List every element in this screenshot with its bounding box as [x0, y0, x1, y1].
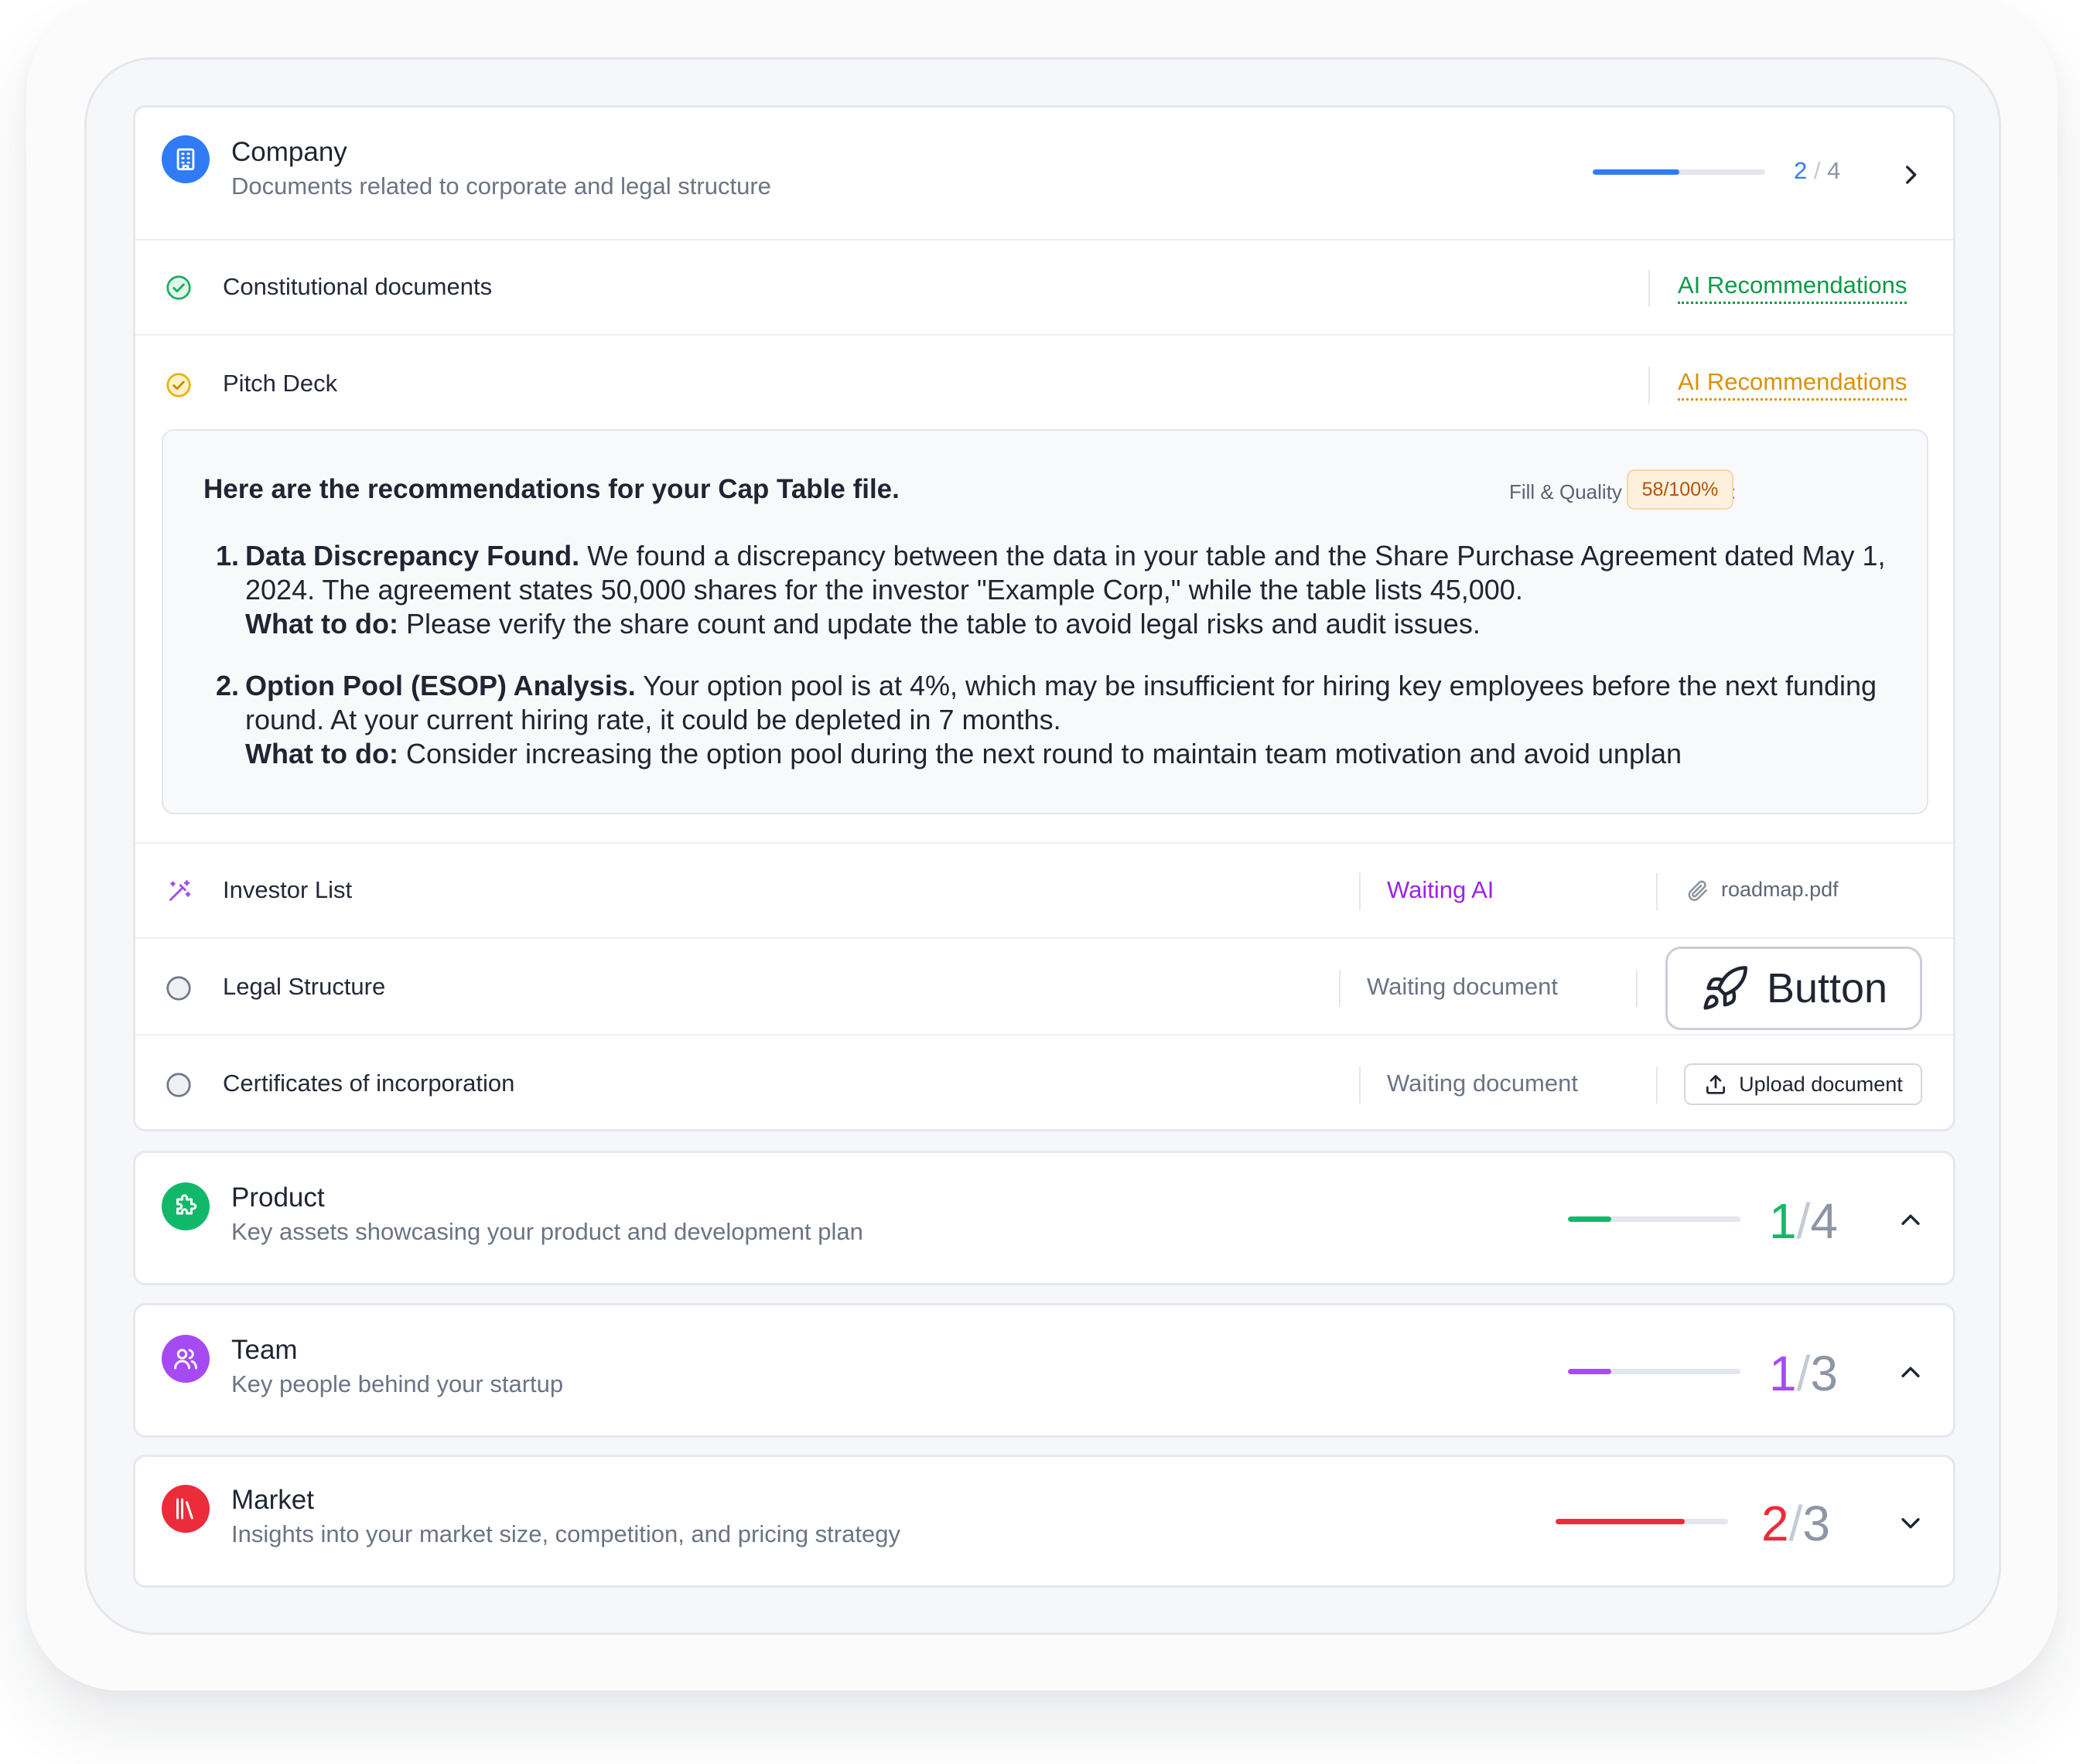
progress-done: 1 — [1769, 1346, 1797, 1401]
document-name: Constitutional documents — [223, 273, 493, 300]
divider — [1636, 970, 1638, 1007]
progress-count: 1/3 — [1769, 1346, 1838, 1401]
progress-total: 3 — [1810, 1346, 1838, 1401]
paperclip-icon — [1688, 880, 1707, 901]
progress-bar — [1556, 1519, 1728, 1524]
progress-total: 4 — [1810, 1193, 1838, 1249]
category-header-company[interactable]: Company Documents related to corporate a… — [135, 107, 1953, 239]
category-title: Market — [231, 1485, 314, 1515]
action-button-label: Button — [1766, 965, 1888, 1012]
document-name: Pitch Deck — [223, 370, 338, 397]
progress-done: 2 — [1761, 1496, 1789, 1551]
upload-button-label: Upload document — [1739, 1072, 1903, 1096]
fill-quality-value: 58/100% — [1641, 478, 1719, 500]
status-text: Waiting AI — [1387, 876, 1494, 903]
chevron-down-icon[interactable] — [1897, 1510, 1924, 1540]
recommendations-title: Here are the recommendations for your Ca… — [203, 474, 900, 504]
progress-bar — [1593, 169, 1765, 175]
chevron-up-icon[interactable] — [1897, 1207, 1924, 1237]
progress-bar — [1568, 1369, 1740, 1374]
magic-wand-icon — [169, 880, 191, 901]
progress-fill — [1568, 1216, 1611, 1222]
category-subtitle: Insights into your market size, competit… — [231, 1520, 900, 1547]
status-text: Waiting document — [1367, 973, 1558, 1000]
document-name: Investor List — [223, 876, 353, 903]
recommendation-number: 2. — [215, 670, 239, 701]
ai-recommendations-link[interactable]: AI Recommendations — [1678, 271, 1908, 304]
progress-fill — [1568, 1369, 1611, 1374]
users-icon — [162, 1335, 210, 1383]
todo-label: What to do: — [245, 608, 398, 640]
divider — [1656, 873, 1658, 910]
progress-done: 1 — [1769, 1193, 1797, 1249]
status-text: Waiting document — [1387, 1070, 1578, 1097]
recommendation-item: Data Discrepancy Found. We found a discr… — [245, 539, 1901, 641]
category-card-product[interactable]: Product Key assets showcasing your produ… — [133, 1151, 1955, 1285]
category-title: Product — [231, 1182, 325, 1213]
upload-document-button[interactable]: Upload document — [1684, 1063, 1922, 1105]
attachment-filename[interactable]: roadmap.pdf — [1721, 878, 1839, 902]
category-title: Company — [231, 137, 347, 167]
building-icon — [162, 135, 210, 183]
divider — [1648, 270, 1650, 307]
chevron-right-icon[interactable] — [1897, 162, 1924, 192]
ai-recommendations-link[interactable]: AI Recommendations — [1678, 368, 1908, 401]
category-card-company: Company Documents related to corporate a… — [133, 105, 1955, 1131]
divider — [1359, 873, 1361, 910]
upload-icon — [1706, 1075, 1726, 1094]
document-name: Certificates of incorporation — [223, 1070, 515, 1097]
progress-count: 1/4 — [1769, 1193, 1838, 1249]
recommendation-item: Option Pool (ESOP) Analysis. Your option… — [245, 669, 1901, 771]
todo-text: Please verify the share count and update… — [405, 608, 1481, 640]
document-row-certificates: Certificates of incorporation Waiting do… — [135, 1034, 1953, 1129]
check-circle-icon — [166, 275, 191, 300]
category-subtitle: Key people behind your startup — [231, 1370, 564, 1397]
document-row-legal-structure: Legal Structure Waiting document Button — [135, 937, 1953, 1034]
library-icon — [162, 1485, 210, 1533]
puzzle-icon — [162, 1182, 210, 1230]
progress-fill — [1556, 1519, 1686, 1524]
todo-label: What to do: — [245, 738, 398, 769]
category-card-market[interactable]: Market Insights into your market size, c… — [133, 1455, 1955, 1588]
category-card-team[interactable]: Team Key people behind your startup 1/3 — [133, 1303, 1955, 1438]
rocket-icon — [1703, 966, 1747, 1010]
document-row-constitutional: Constitutional documents AI Recommendati… — [135, 239, 1953, 334]
document-row-investor-list: Investor List Waiting AI roadmap.pdf — [135, 842, 1953, 937]
category-subtitle: Key assets showcasing your product and d… — [231, 1218, 863, 1245]
fill-quality-badge: 58/100% — [1627, 469, 1733, 510]
document-row-pitch-deck: Pitch Deck AI Recommendations — [135, 334, 1953, 429]
check-circle-icon — [166, 373, 191, 397]
progress-bar — [1568, 1216, 1740, 1222]
category-subtitle: Documents related to corporate and legal… — [231, 172, 771, 200]
empty-circle-icon — [166, 976, 191, 1001]
todo-text: Consider increasing the option pool duri… — [405, 738, 1682, 769]
chevron-up-icon[interactable] — [1897, 1360, 1924, 1390]
recommendation-number: 1. — [215, 540, 239, 572]
recommendation-heading: Data Discrepancy Found. — [245, 540, 580, 572]
progress-total: 3 — [1802, 1496, 1830, 1551]
divider — [1656, 1066, 1658, 1104]
action-button[interactable]: Button — [1665, 947, 1922, 1030]
empty-circle-icon — [166, 1073, 191, 1097]
category-title: Team — [231, 1335, 298, 1365]
document-name: Legal Structure — [223, 973, 386, 1000]
progress-count: 2/3 — [1761, 1496, 1830, 1551]
progress-count: 2 / 4 — [1794, 157, 1841, 184]
divider — [1648, 367, 1650, 404]
progress-total: 4 — [1827, 157, 1841, 184]
divider — [1359, 1066, 1361, 1104]
progress-done: 2 — [1794, 157, 1808, 184]
divider — [1339, 970, 1341, 1007]
recommendations-panel: Here are the recommendations for your Ca… — [162, 429, 1928, 814]
progress-fill — [1593, 169, 1679, 175]
recommendation-heading: Option Pool (ESOP) Analysis. — [245, 670, 636, 701]
